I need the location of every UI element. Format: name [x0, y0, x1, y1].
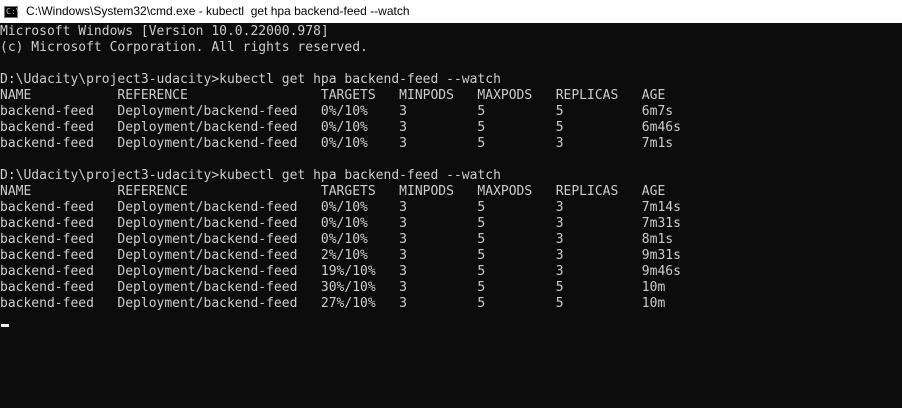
table-row: backend-feed Deployment/backend-feed 0%/…	[0, 104, 674, 119]
console-output[interactable]: Microsoft Windows [Version 10.0.22000.97…	[0, 23, 902, 408]
cmd-icon-glyph: C:\	[6, 6, 21, 16]
console-line: (c) Microsoft Corporation. All rights re…	[0, 40, 368, 55]
table-row: backend-feed Deployment/backend-feed 0%/…	[0, 200, 681, 215]
table-row: backend-feed Deployment/backend-feed 19%…	[0, 264, 681, 279]
table-row: backend-feed Deployment/backend-feed 27%…	[0, 296, 666, 311]
text-cursor	[1, 324, 9, 327]
table-row: backend-feed Deployment/backend-feed 0%/…	[0, 120, 681, 135]
console-line: Microsoft Windows [Version 10.0.22000.97…	[0, 24, 329, 39]
table-header: NAME REFERENCE TARGETS MINPODS MAXPODS R…	[0, 184, 666, 199]
table-row: backend-feed Deployment/backend-feed 0%/…	[0, 136, 674, 151]
title-bar[interactable]: C:\ C:\Windows\System32\cmd.exe - kubect…	[0, 0, 902, 23]
table-row: backend-feed Deployment/backend-feed 0%/…	[0, 216, 681, 231]
table-row: backend-feed Deployment/backend-feed 2%/…	[0, 248, 681, 263]
console-command-line: D:\Udacity\project3-udacity>kubectl get …	[0, 72, 501, 87]
window-title: C:\Windows\System32\cmd.exe - kubectl ge…	[26, 4, 410, 18]
table-row: backend-feed Deployment/backend-feed 0%/…	[0, 232, 674, 247]
cmd-icon[interactable]: C:\	[4, 5, 21, 18]
console-command-line: D:\Udacity\project3-udacity>kubectl get …	[0, 168, 501, 183]
table-header: NAME REFERENCE TARGETS MINPODS MAXPODS R…	[0, 88, 666, 103]
table-row: backend-feed Deployment/backend-feed 30%…	[0, 280, 666, 295]
